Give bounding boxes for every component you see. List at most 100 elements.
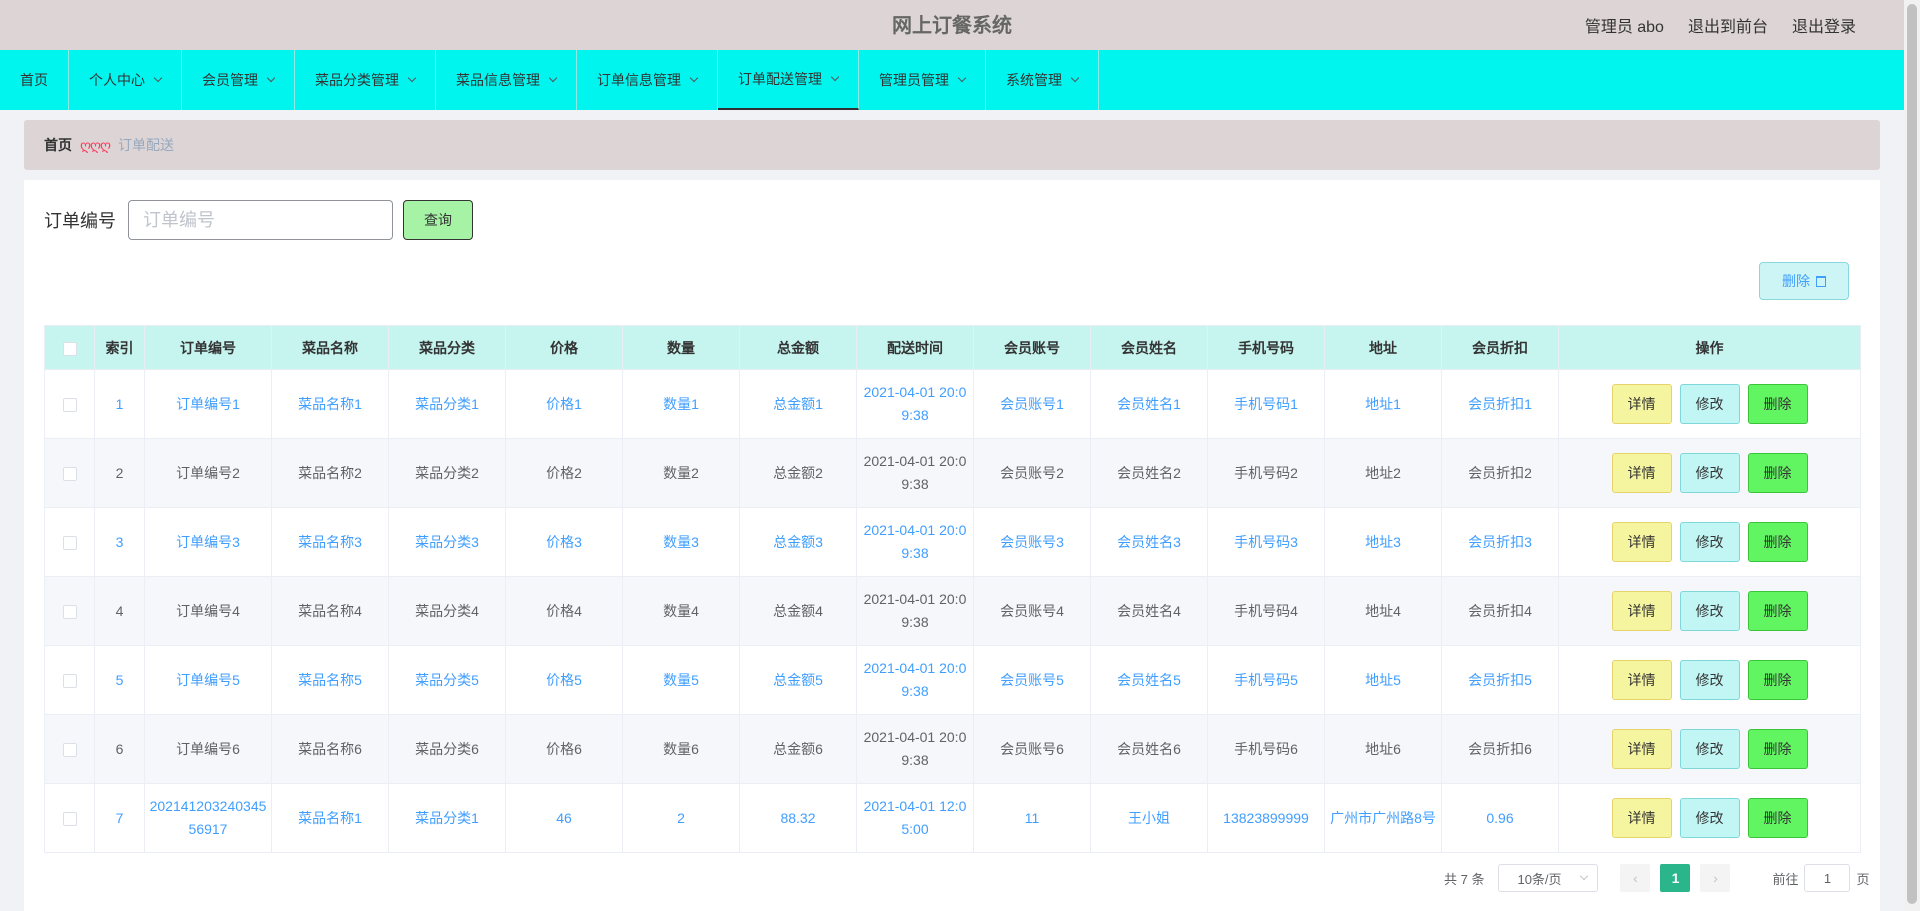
nav-item-label: 会员管理: [202, 72, 258, 88]
cell-time: 2021-04-01 20:09:38: [856, 576, 974, 646]
edit-button[interactable]: 修改: [1679, 522, 1740, 562]
select-all-checkbox[interactable]: [62, 341, 77, 356]
cell-address: 地址6: [1324, 714, 1442, 784]
nav-item-8[interactable]: 系统管理: [986, 50, 1099, 110]
detail-button[interactable]: 详情: [1611, 522, 1672, 562]
cell-phone: 13823899999: [1207, 783, 1325, 853]
table-row[interactable]: 5 订单编号5 菜品名称5 菜品分类5 价格5 数量5 总金额5 2021-04-01 20:…: [44, 645, 1861, 715]
detail-button[interactable]: 详情: [1611, 384, 1672, 424]
row-checkbox[interactable]: [62, 742, 77, 757]
nav-item-label: 订单配送管理: [738, 71, 822, 87]
detail-button[interactable]: 详情: [1611, 591, 1672, 631]
row-actions: 详情 修改 删除: [1558, 714, 1861, 784]
cell-phone: 手机号码2: [1207, 438, 1325, 508]
vertical-scrollbar[interactable]: [1904, 0, 1920, 911]
top-header: 网上订餐系统 管理员 abo 退出到前台 退出登录: [0, 0, 1904, 50]
nav-item-label: 订单信息管理: [597, 72, 681, 88]
cell-account: 会员账号2: [973, 438, 1091, 508]
detail-button[interactable]: 详情: [1611, 453, 1672, 493]
nav-item-0[interactable]: 首页: [0, 50, 69, 110]
nav-item-1[interactable]: 个人中心: [69, 50, 182, 110]
search-input[interactable]: [128, 200, 393, 240]
edit-button[interactable]: 修改: [1679, 660, 1740, 700]
row-actions: 详情 修改 删除: [1558, 369, 1861, 439]
delete-button[interactable]: 删除: [1747, 522, 1808, 562]
row-actions: 详情 修改 删除: [1558, 783, 1861, 853]
row-checkbox[interactable]: [62, 604, 77, 619]
row-actions: 详情 修改 删除: [1558, 576, 1861, 646]
query-button[interactable]: 查询: [403, 200, 473, 240]
nav-item-label: 管理员管理: [879, 72, 949, 88]
detail-button[interactable]: 详情: [1611, 798, 1672, 838]
row-checkbox[interactable]: [62, 811, 77, 826]
batch-delete-button[interactable]: 删除: [1759, 262, 1849, 300]
edit-button[interactable]: 修改: [1679, 729, 1740, 769]
breadcrumb-home[interactable]: 首页: [44, 135, 72, 155]
cell-time: 2021-04-01 20:09:38: [856, 645, 974, 715]
next-page-button[interactable]: ›: [1700, 864, 1731, 892]
cell-address: 地址1: [1324, 369, 1442, 439]
cell-price: 价格1: [505, 369, 623, 439]
nav-item-7[interactable]: 管理员管理: [859, 50, 986, 110]
edit-button[interactable]: 修改: [1679, 453, 1740, 493]
table-row[interactable]: 4 订单编号4 菜品名称4 菜品分类4 价格4 数量4 总金额4 2021-04-01 20:…: [44, 576, 1861, 646]
row-checkbox[interactable]: [62, 466, 77, 481]
row-checkbox-cell: [44, 438, 95, 508]
row-checkbox[interactable]: [62, 673, 77, 688]
cell-price: 价格2: [505, 438, 623, 508]
chevron-down-icon: [266, 73, 276, 83]
edit-button[interactable]: 修改: [1679, 384, 1740, 424]
nav-item-4[interactable]: 菜品信息管理: [436, 50, 577, 110]
cell-time: 2021-04-01 20:09:38: [856, 507, 974, 577]
cell-member: 会员姓名4: [1090, 576, 1208, 646]
page-size-select[interactable]: 10条/页: [1498, 864, 1599, 892]
to-front-link[interactable]: 退出到前台: [1688, 13, 1768, 37]
edit-button[interactable]: 修改: [1679, 591, 1740, 631]
scrollbar-thumb[interactable]: [1907, 4, 1917, 904]
column-header: 订单编号: [144, 325, 272, 370]
goto-page-input[interactable]: [1804, 864, 1851, 892]
nav-item-3[interactable]: 菜品分类管理: [295, 50, 436, 110]
table-row[interactable]: 2 订单编号2 菜品名称2 菜品分类2 价格2 数量2 总金额2 2021-04-01 20:…: [44, 438, 1861, 508]
row-actions: 详情 修改 删除: [1558, 507, 1861, 577]
detail-button[interactable]: 详情: [1611, 660, 1672, 700]
logout-link[interactable]: 退出登录: [1792, 13, 1856, 37]
cell-qty: 数量4: [622, 576, 740, 646]
nav-item-5[interactable]: 订单信息管理: [577, 50, 718, 110]
nav-item-2[interactable]: 会员管理: [182, 50, 295, 110]
cell-order-no: 20214120324034556917: [144, 783, 272, 853]
nav-item-6[interactable]: 订单配送管理: [718, 50, 859, 110]
delete-button[interactable]: 删除: [1747, 798, 1808, 838]
delete-button[interactable]: 删除: [1747, 729, 1808, 769]
chevron-down-icon: [407, 73, 417, 83]
delete-button[interactable]: 删除: [1747, 660, 1808, 700]
cell-price: 价格4: [505, 576, 623, 646]
cell-time: 2021-04-01 20:09:38: [856, 438, 974, 508]
delete-button[interactable]: 删除: [1747, 453, 1808, 493]
prev-page-button[interactable]: ‹: [1620, 864, 1651, 892]
cell-member: 王小姐: [1090, 783, 1208, 853]
table-row[interactable]: 3 订单编号3 菜品名称3 菜品分类3 价格3 数量3 总金额3 2021-04-01 20:…: [44, 507, 1861, 577]
table-row[interactable]: 6 订单编号6 菜品名称6 菜品分类6 价格6 数量6 总金额6 2021-04-01 20:…: [44, 714, 1861, 784]
cell-dish-cat: 菜品分类5: [388, 645, 506, 715]
table-row[interactable]: 1 订单编号1 菜品名称1 菜品分类1 价格1 数量1 总金额1 2021-04-01 20:…: [44, 369, 1861, 439]
page-number-current[interactable]: 1: [1660, 864, 1691, 892]
cell-order-no: 订单编号6: [144, 714, 272, 784]
row-checkbox-cell: [44, 783, 95, 853]
delete-button[interactable]: 删除: [1747, 591, 1808, 631]
row-checkbox[interactable]: [62, 535, 77, 550]
delete-button[interactable]: 删除: [1747, 384, 1808, 424]
row-checkbox[interactable]: [62, 397, 77, 412]
cell-price: 46: [505, 783, 623, 853]
row-actions: 详情 修改 删除: [1558, 438, 1861, 508]
cell-dish-cat: 菜品分类2: [388, 438, 506, 508]
table-header-row: 索引 订单编号 菜品名称 菜品分类 价格 数量 总金额 配送时间 会员账号 会员姓名 手机号码 地址会…: [44, 325, 1861, 370]
cell-dish-cat: 菜品分类3: [388, 507, 506, 577]
batch-delete-label: 删除: [1782, 273, 1810, 289]
row-actions-group: 详情 修改 删除: [1559, 729, 1860, 769]
table-row[interactable]: 7 20214120324034556917 菜品名称1 菜品分类1 46 2 88.32 2…: [44, 783, 1861, 853]
column-header: 配送时间: [856, 325, 974, 370]
detail-button[interactable]: 详情: [1611, 729, 1672, 769]
edit-button[interactable]: 修改: [1679, 798, 1740, 838]
select-all-checkbox-cell[interactable]: [44, 325, 95, 370]
